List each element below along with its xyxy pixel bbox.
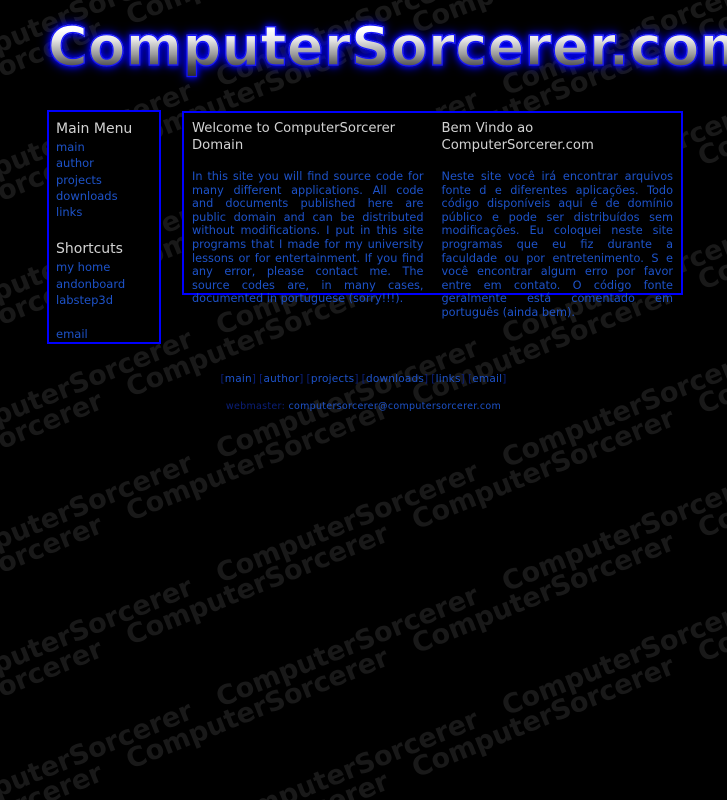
bracket-close-3: ]	[354, 373, 359, 385]
site-footer: [main] [author] [projects] [downloads] […	[0, 372, 727, 413]
welcome-heading-portuguese: Bem Vindo ao ComputerSorcerer.com	[441, 121, 594, 153]
sidebar-panel: Main Menu main author projects downloads…	[47, 110, 161, 344]
footer-link-downloads[interactable]: downloads	[366, 373, 424, 385]
sidebar-item-downloads[interactable]: downloads	[56, 188, 159, 204]
webmaster-email-link[interactable]: computersorcerer@computersorcerer.com	[288, 401, 501, 412]
footer-link-main[interactable]: main	[225, 373, 252, 385]
bracket-close-6: ]	[502, 373, 507, 385]
sidebar-item-email[interactable]: email	[56, 326, 159, 342]
webmaster-label: webmaster:	[225, 401, 286, 412]
bracket-close-2: ]	[299, 373, 304, 385]
shortcuts-heading: Shortcuts	[56, 241, 123, 258]
sidebar-item-author[interactable]: author	[56, 155, 159, 171]
content-columns: Welcome to ComputerSorcerer Domain In th…	[192, 120, 673, 320]
welcome-body-portuguese: Neste site você irá encontrar arquivos f…	[441, 170, 674, 319]
content-column-portuguese: Bem Vindo ao ComputerSorcerer.com Neste …	[433, 120, 674, 320]
content-panel: Welcome to ComputerSorcerer Domain In th…	[182, 111, 683, 319]
site-header: ComputerSorcerer.com	[0, 0, 727, 100]
footer-webmaster: webmaster: computersorcerer@computersorc…	[0, 400, 727, 413]
sidebar-item-andonboard[interactable]: andonboard	[56, 276, 159, 292]
footer-link-email[interactable]: email	[472, 373, 502, 385]
page-root: ComputerSorcerer.com Main Menu main auth…	[0, 0, 727, 545]
footer-link-links[interactable]: links	[436, 373, 461, 385]
content-column-english: Welcome to ComputerSorcerer Domain In th…	[192, 120, 433, 320]
bracket-close-1: ]	[251, 373, 257, 385]
footer-link-author[interactable]: author	[263, 373, 299, 385]
site-logo: ComputerSorcerer.com	[47, 15, 727, 78]
main-menu-heading: Main Menu	[56, 121, 133, 137]
sidebar-item-links[interactable]: links	[56, 204, 159, 220]
welcome-body-english: In this site you will find source code f…	[192, 170, 424, 306]
bracket-close-4: ]	[424, 373, 429, 385]
sidebar-item-projects[interactable]: projects	[56, 172, 159, 188]
sidebar-item-labstep3d[interactable]: labstep3d	[56, 292, 159, 308]
bracket-close-5: ]	[460, 373, 465, 385]
welcome-heading-english: Welcome to ComputerSorcerer Domain	[192, 121, 396, 153]
sidebar-item-main[interactable]: main	[56, 139, 159, 155]
footer-link-projects[interactable]: projects	[311, 373, 355, 385]
footer-nav: [main] [author] [projects] [downloads] […	[0, 372, 727, 386]
sidebar-item-my-home[interactable]: my home	[56, 259, 159, 275]
